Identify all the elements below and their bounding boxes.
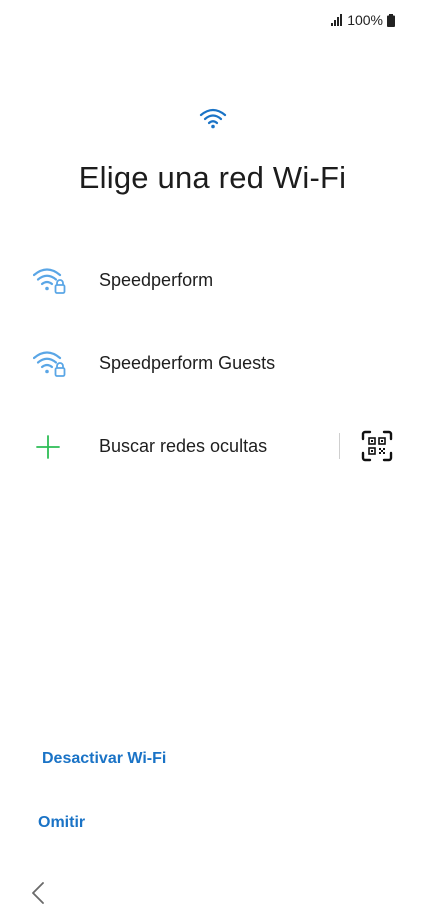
wifi-setup-screen: 100% Elige una red Wi-Fi Speedperform Sp… bbox=[0, 0, 425, 922]
battery-percentage: 100% bbox=[347, 12, 383, 28]
hidden-networks-label: Buscar redes ocultas bbox=[99, 436, 268, 456]
signal-icon bbox=[331, 14, 343, 26]
network-name: Speedperform Guests bbox=[99, 353, 276, 373]
skip-link[interactable]: Omitir bbox=[38, 814, 85, 832]
chevron-left-icon[interactable] bbox=[28, 879, 48, 907]
wifi-icon bbox=[199, 108, 227, 129]
add-hidden-network-row[interactable]: Buscar redes ocultas bbox=[0, 411, 425, 481]
status-bar: 100% bbox=[331, 12, 395, 28]
page-title: Elige una red Wi-Fi bbox=[78, 160, 347, 195]
plus-icon bbox=[36, 435, 60, 459]
qr-scan-icon[interactable] bbox=[360, 429, 394, 463]
divider bbox=[339, 433, 340, 459]
wifi-lock-icon bbox=[33, 351, 66, 377]
wifi-lock-icon bbox=[33, 268, 66, 294]
network-item-speedperform[interactable]: Speedperform bbox=[0, 245, 425, 315]
disable-wifi-link[interactable]: Desactivar Wi-Fi bbox=[42, 750, 166, 768]
battery-icon bbox=[387, 13, 395, 27]
network-name: Speedperform bbox=[99, 270, 214, 290]
network-item-speedperform-guests[interactable]: Speedperform Guests bbox=[0, 328, 425, 398]
